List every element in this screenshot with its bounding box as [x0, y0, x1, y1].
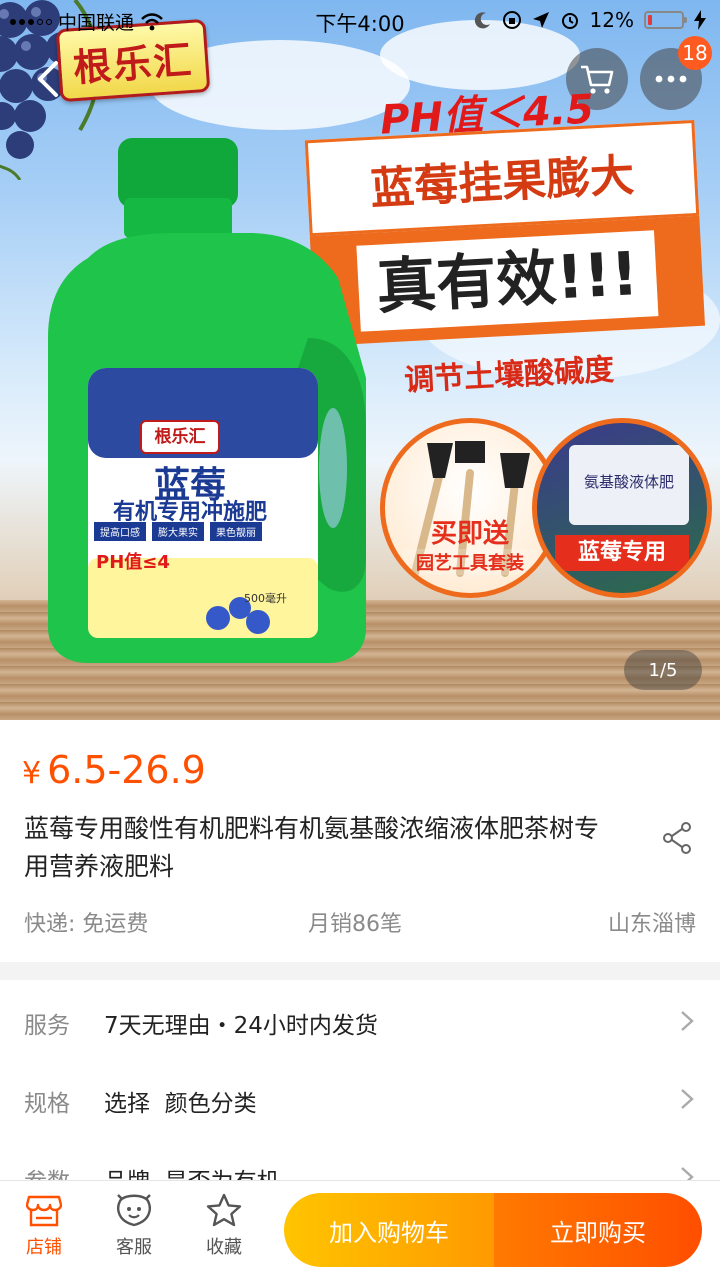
favorite-label: 收藏 [206, 1237, 242, 1258]
chevron-right-icon [681, 1011, 694, 1031]
shop-icon [26, 1195, 62, 1227]
bottle-tag: 膨大果实 [152, 522, 204, 541]
bag-title: 氨基酸液体肥 [569, 445, 689, 525]
bag-label: 蓝莓专用 [555, 535, 689, 571]
fertilizer-bottle [48, 138, 366, 663]
add-to-cart-button[interactable]: 加入购物车 [284, 1193, 494, 1267]
currency-symbol: ¥ [22, 756, 42, 791]
message-badge: 18 [678, 36, 712, 70]
rotation-lock-icon [502, 11, 521, 29]
battery-icon [644, 11, 687, 29]
product-price: ¥6.5-26.9 [22, 748, 206, 792]
bottle-tag: 果色靓丽 [210, 522, 262, 541]
shipping-info: 快递: 免运费 [24, 912, 149, 937]
product-title: 蓝莓专用酸性有机肥料有机氨基酸浓缩液体肥茶树专用营养液肥料 [24, 814, 600, 881]
bottom-action-bar: 店铺 客服 收藏 加入购物车 立即购买 [0, 1180, 720, 1280]
spec-row[interactable]: 规格 选择 颜色分类 [0, 1060, 720, 1138]
gift-sub: 园艺工具套装 [403, 549, 537, 575]
star-icon [206, 1193, 242, 1227]
more-icon [655, 75, 687, 83]
favorite-button[interactable]: 收藏 [184, 1193, 264, 1259]
bottle-ph: PH值≤4 [96, 552, 170, 573]
product-detail-page: 根乐汇 18 PH值＜4.5 蓝莓挂果膨大 真有效!!! 调节土壤酸碱度 买即送… [0, 0, 720, 1280]
service-value: 7天无理由・24小时内发货 [104, 1013, 378, 1039]
bottle-volume: 500毫升 [244, 592, 287, 605]
battery-fill [648, 15, 652, 25]
customer-service-icon [117, 1194, 151, 1227]
bottle-brand: 根乐汇 [140, 420, 220, 454]
chevron-right-icon [681, 1089, 694, 1109]
service-row[interactable]: 服务 7天无理由・24小时内发货 [0, 982, 720, 1060]
promo-line2: 真有效!!! [356, 230, 659, 332]
more-button[interactable]: 18 [640, 36, 712, 110]
bottle-tag: 提高口感 [94, 522, 146, 541]
battery-percent: 12% [589, 8, 634, 32]
moon-icon [474, 12, 490, 29]
service-label: 服务 [24, 1013, 70, 1039]
ship-location: 山东淄博 [607, 912, 696, 937]
spec-label: 规格 [24, 1091, 70, 1117]
gift-label: 买即送 [430, 519, 509, 549]
back-icon [38, 61, 58, 97]
charging-icon [694, 10, 706, 30]
status-right: 12% [474, 8, 706, 32]
product-image-carousel[interactable]: 根乐汇 18 PH值＜4.5 蓝莓挂果膨大 真有效!!! 调节土壤酸碱度 买即送… [0, 0, 720, 720]
image-page-indicator: 1/5 [624, 650, 702, 690]
adjust-soil-text: 调节土壤酸碱度 [403, 352, 615, 399]
alarm-icon [561, 13, 578, 29]
monthly-sales: 月销86笔 [308, 912, 402, 937]
shop-button[interactable]: 店铺 [4, 1193, 84, 1259]
bottle-tags: 提高口感 膨大果实 果色靓丽 [94, 522, 304, 541]
section-divider [0, 962, 720, 980]
customer-service-button[interactable]: 客服 [94, 1193, 174, 1259]
back-button[interactable] [18, 48, 80, 110]
buy-now-button[interactable]: 立即购买 [494, 1193, 702, 1267]
price-value: 6.5-26.9 [47, 748, 206, 792]
share-icon [663, 822, 691, 854]
customer-service-label: 客服 [116, 1237, 152, 1258]
fertilizer-bag-circle: 氨基酸液体肥 蓝莓专用 [532, 418, 712, 598]
status-bar: 中国联通 下午4:00 12% [0, 0, 720, 40]
location-icon [532, 12, 549, 28]
share-button[interactable] [662, 822, 692, 858]
product-meta: 快递: 免运费 月销86笔 山东淄博 [24, 906, 696, 938]
shop-label: 店铺 [26, 1237, 62, 1258]
spec-value: 选择 颜色分类 [104, 1091, 257, 1117]
